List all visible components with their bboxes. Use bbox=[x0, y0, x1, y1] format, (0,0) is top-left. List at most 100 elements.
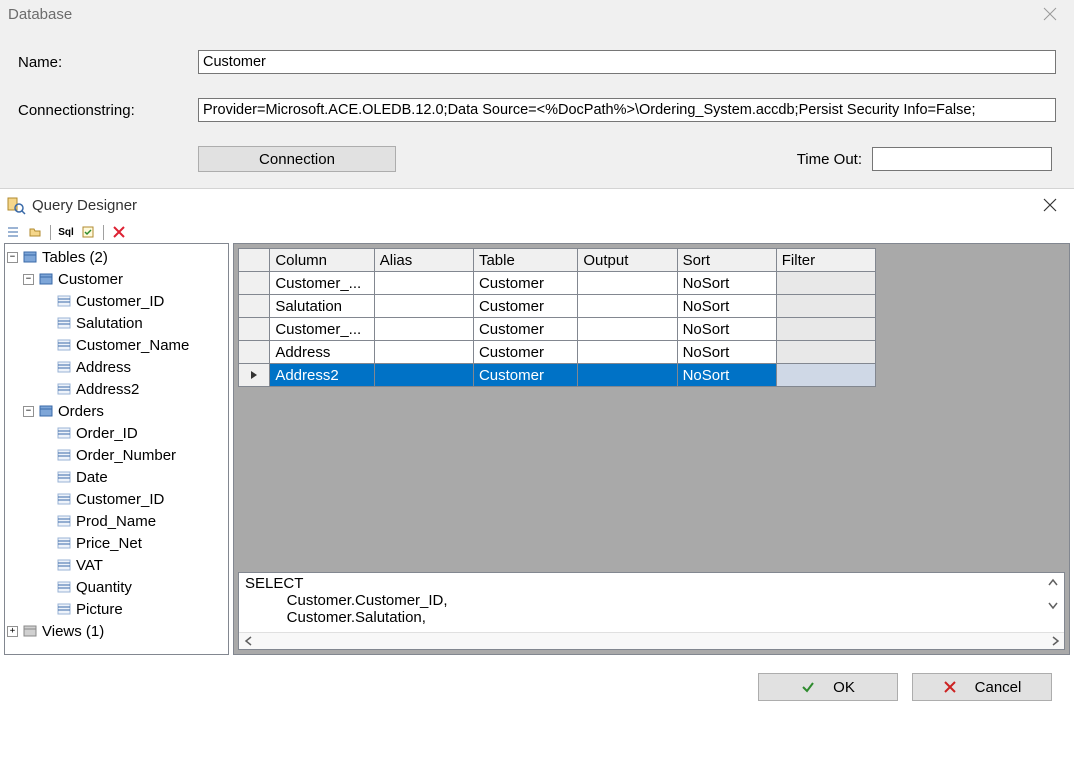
tree-pane[interactable]: − Tables (2) − Customer Customer_IDSalut… bbox=[4, 243, 229, 655]
tree-node-column[interactable]: Address bbox=[7, 356, 228, 378]
grid-cell-sort[interactable]: NoSort bbox=[677, 341, 776, 364]
grid-cell-filter[interactable] bbox=[776, 272, 875, 295]
grid-cell-table[interactable]: Customer bbox=[473, 341, 577, 364]
scrollbar-horizontal[interactable] bbox=[239, 632, 1064, 649]
grid-header-table[interactable]: Table bbox=[473, 249, 577, 272]
table-row[interactable]: Salutation Customer NoSort bbox=[239, 295, 876, 318]
database-titlebar: Database bbox=[0, 0, 1074, 28]
delete-icon[interactable] bbox=[110, 223, 128, 241]
grid-pane: Column Alias Table Output Sort Filter Cu… bbox=[234, 244, 1069, 391]
close-icon[interactable] bbox=[1038, 4, 1062, 24]
scroll-down-icon[interactable] bbox=[1045, 597, 1060, 612]
tree-node-column[interactable]: Date bbox=[7, 466, 228, 488]
tree-node-column[interactable]: Prod_Name bbox=[7, 510, 228, 532]
grid-cell-alias[interactable] bbox=[374, 364, 473, 387]
column-icon bbox=[56, 338, 72, 352]
connectionstring-input[interactable] bbox=[198, 98, 1056, 122]
sql-text[interactable]: SELECT Customer.Customer_ID, Customer.Sa… bbox=[239, 573, 1064, 632]
timeout-input[interactable] bbox=[872, 147, 1052, 171]
tree-node-column[interactable]: Order_ID bbox=[7, 422, 228, 444]
collapse-icon[interactable]: − bbox=[23, 274, 34, 285]
tables-icon bbox=[22, 250, 38, 264]
name-input[interactable] bbox=[198, 50, 1056, 74]
collapse-icon[interactable]: − bbox=[7, 252, 18, 263]
grid-cell-output[interactable] bbox=[578, 272, 677, 295]
tree-node-customer[interactable]: − Customer bbox=[7, 268, 228, 290]
sql-pane[interactable]: SELECT Customer.Customer_ID, Customer.Sa… bbox=[238, 572, 1065, 650]
dialog-footer: OK Cancel bbox=[0, 659, 1074, 701]
grid-cell-output[interactable] bbox=[578, 318, 677, 341]
grid-cell-filter[interactable] bbox=[776, 318, 875, 341]
grid-header-sort[interactable]: Sort bbox=[677, 249, 776, 272]
grid-cell-alias[interactable] bbox=[374, 341, 473, 364]
tree-node-views[interactable]: + Views (1) bbox=[7, 620, 228, 642]
columns-icon[interactable] bbox=[4, 223, 22, 241]
table-row[interactable]: Customer_... Customer NoSort bbox=[239, 272, 876, 295]
grid-cell-sort[interactable]: NoSort bbox=[677, 364, 776, 387]
tree-node-orders[interactable]: − Orders bbox=[7, 400, 228, 422]
tree-node-column[interactable]: Quantity bbox=[7, 576, 228, 598]
scroll-up-icon[interactable] bbox=[1045, 575, 1060, 590]
tree-node-column[interactable]: Customer_Name bbox=[7, 334, 228, 356]
row-indicator[interactable] bbox=[239, 295, 270, 318]
grid-cell-output[interactable] bbox=[578, 341, 677, 364]
grid-header-column[interactable]: Column bbox=[270, 249, 374, 272]
tree-node-column[interactable]: Price_Net bbox=[7, 532, 228, 554]
grid-cell-table[interactable]: Customer bbox=[473, 364, 577, 387]
row-indicator[interactable] bbox=[239, 341, 270, 364]
row-indicator[interactable] bbox=[239, 364, 270, 387]
tree-node-column[interactable]: Customer_ID bbox=[7, 290, 228, 312]
scroll-left-icon[interactable] bbox=[241, 634, 256, 649]
grid-cell-column[interactable]: Address bbox=[270, 341, 374, 364]
tree-node-column[interactable]: Picture bbox=[7, 598, 228, 620]
grid-cell-alias[interactable] bbox=[374, 295, 473, 318]
column-icon bbox=[56, 514, 72, 528]
grid-cell-sort[interactable]: NoSort bbox=[677, 272, 776, 295]
tree-node-tables[interactable]: − Tables (2) bbox=[7, 246, 228, 268]
tree-node-column[interactable]: Order_Number bbox=[7, 444, 228, 466]
grid-cell-output[interactable] bbox=[578, 295, 677, 318]
grid-cell-table[interactable]: Customer bbox=[473, 295, 577, 318]
tree-node-column[interactable]: Customer_ID bbox=[7, 488, 228, 510]
column-icon bbox=[56, 382, 72, 396]
open-icon[interactable] bbox=[26, 223, 44, 241]
tree-node-column[interactable]: Address2 bbox=[7, 378, 228, 400]
grid-cell-sort[interactable]: NoSort bbox=[677, 295, 776, 318]
grid-cell-alias[interactable] bbox=[374, 318, 473, 341]
scrollbar-vertical[interactable] bbox=[1045, 575, 1062, 612]
tree-node-column[interactable]: Salutation bbox=[7, 312, 228, 334]
grid-cell-alias[interactable] bbox=[374, 272, 473, 295]
sql-icon[interactable]: Sql bbox=[57, 223, 75, 241]
row-indicator[interactable] bbox=[239, 272, 270, 295]
grid-header-output[interactable]: Output bbox=[578, 249, 677, 272]
ok-button[interactable]: OK bbox=[758, 673, 898, 701]
grid-cell-filter[interactable] bbox=[776, 341, 875, 364]
grid-cell-column[interactable]: Customer_... bbox=[270, 272, 374, 295]
table-icon bbox=[38, 404, 54, 418]
grid-header-alias[interactable]: Alias bbox=[374, 249, 473, 272]
cancel-button[interactable]: Cancel bbox=[912, 673, 1052, 701]
collapse-icon[interactable]: − bbox=[23, 406, 34, 417]
verify-icon[interactable] bbox=[79, 223, 97, 241]
row-indicator[interactable] bbox=[239, 318, 270, 341]
grid-cell-sort[interactable]: NoSort bbox=[677, 318, 776, 341]
grid-cell-table[interactable]: Customer bbox=[473, 318, 577, 341]
connectionstring-label: Connectionstring: bbox=[18, 102, 158, 119]
grid-cell-filter[interactable] bbox=[776, 364, 875, 387]
grid-cell-table[interactable]: Customer bbox=[473, 272, 577, 295]
grid-cell-filter[interactable] bbox=[776, 295, 875, 318]
table-row[interactable]: Customer_... Customer NoSort bbox=[239, 318, 876, 341]
grid-cell-column[interactable]: Salutation bbox=[270, 295, 374, 318]
scroll-right-icon[interactable] bbox=[1047, 634, 1062, 649]
expand-icon[interactable]: + bbox=[7, 626, 18, 637]
table-row[interactable]: Address2 Customer NoSort bbox=[239, 364, 876, 387]
grid-cell-output[interactable] bbox=[578, 364, 677, 387]
grid-cell-column[interactable]: Customer_... bbox=[270, 318, 374, 341]
connection-button[interactable]: Connection bbox=[198, 146, 396, 172]
tree-node-column[interactable]: VAT bbox=[7, 554, 228, 576]
grid-cell-column[interactable]: Address2 bbox=[270, 364, 374, 387]
close-icon[interactable] bbox=[1038, 195, 1062, 215]
grid-header-filter[interactable]: Filter bbox=[776, 249, 875, 272]
table-row[interactable]: Address Customer NoSort bbox=[239, 341, 876, 364]
columns-grid[interactable]: Column Alias Table Output Sort Filter Cu… bbox=[238, 248, 876, 387]
